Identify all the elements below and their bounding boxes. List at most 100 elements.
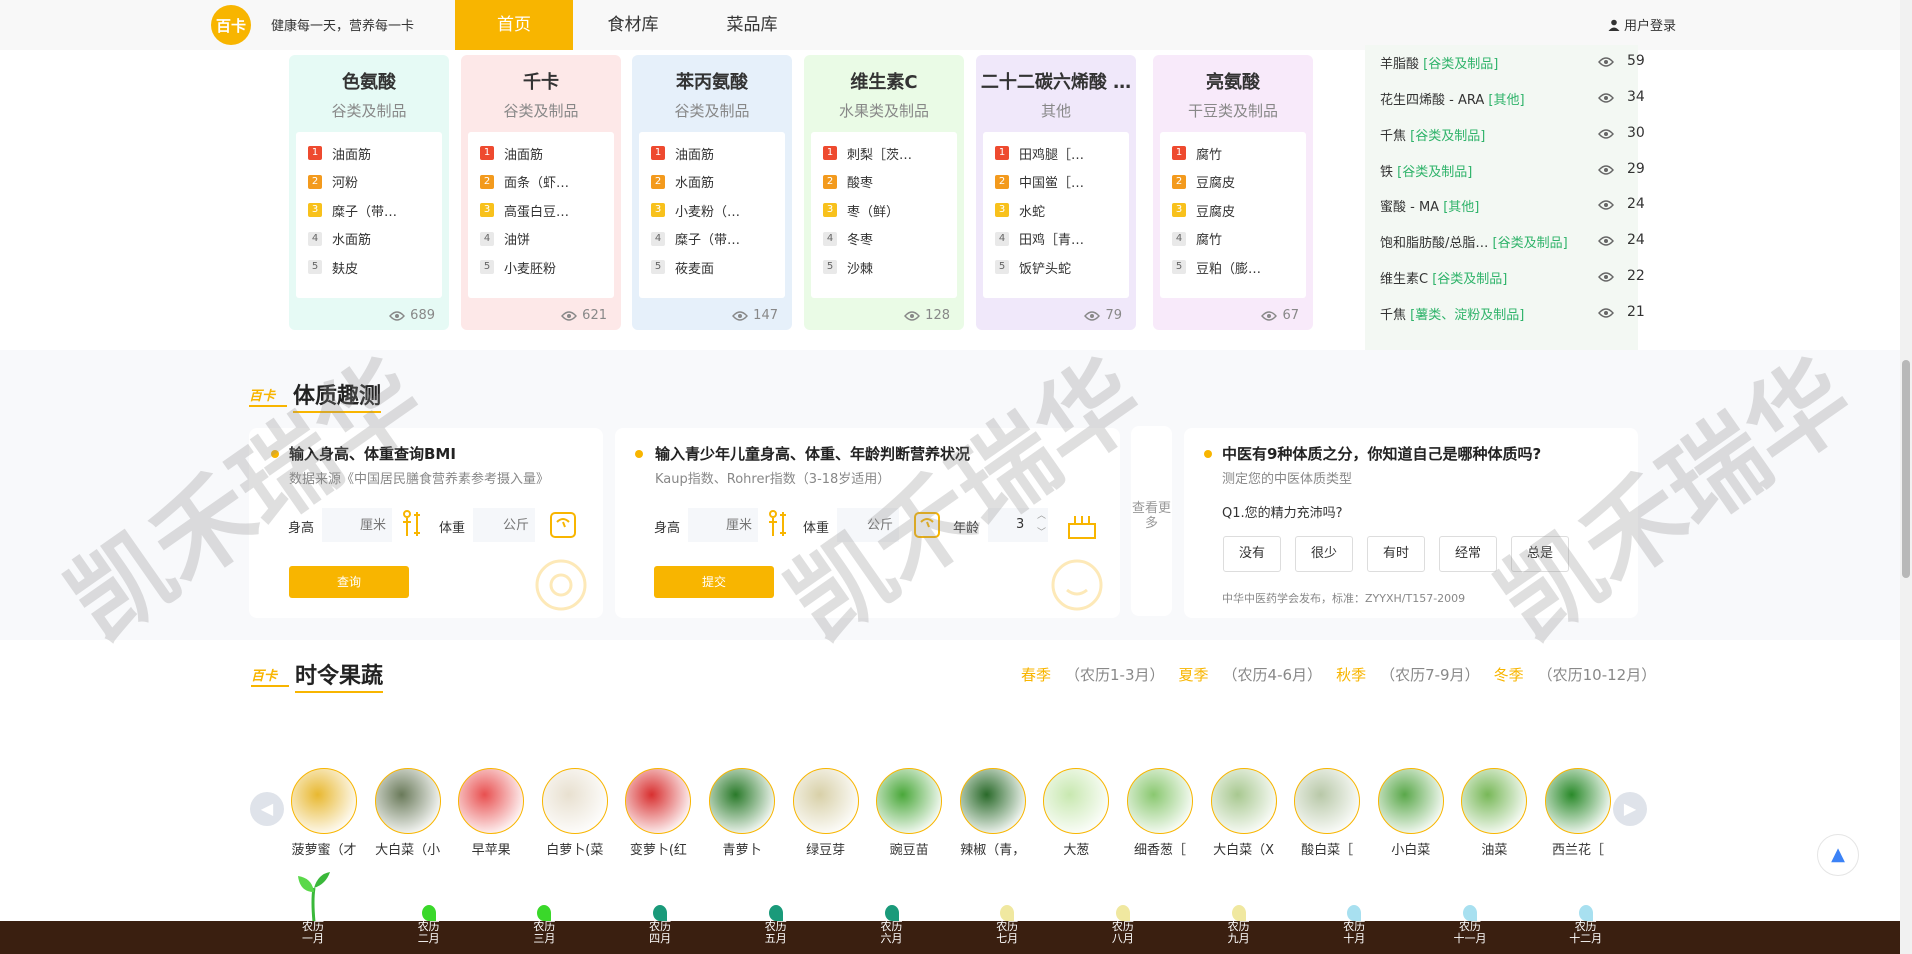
rank-item[interactable]: 2 河粉 <box>296 168 442 197</box>
month-label[interactable]: 农历 三月 <box>524 921 564 945</box>
month-label[interactable]: 农历 十二月 <box>1566 921 1606 945</box>
produce-item[interactable]: 辣椒（青， <box>959 768 1026 858</box>
rank-card[interactable]: 亮氨酸 干豆类及制品 1 腐竹 2 豆腐皮 3 豆腐皮 4 腐竹 5 豆粕（膨… 67 <box>1153 55 1313 330</box>
bmi-query-button[interactable]: 查询 <box>289 566 409 598</box>
month-label[interactable]: 农历 一月 <box>293 921 333 945</box>
month-label[interactable]: 农历 二月 <box>409 921 449 945</box>
rank-item[interactable]: 3 豆腐皮 <box>1160 196 1306 225</box>
popular-item[interactable]: 饱和脂肪酸/总脂… [谷类及制品] 24 <box>1380 232 1645 252</box>
tcm-option-sometimes[interactable]: 有时 <box>1367 536 1425 572</box>
popular-item[interactable]: 维生素C [谷类及制品] 22 <box>1380 268 1645 288</box>
season-autumn[interactable]: 秋季 <box>1336 664 1366 685</box>
season-winter[interactable]: 冬季 <box>1494 664 1524 685</box>
rank-item[interactable]: 3 糜子（带… <box>296 196 442 225</box>
rank-item[interactable]: 5 豆粕（膨… <box>1160 253 1306 282</box>
popular-item[interactable]: 铁 [谷类及制品] 29 <box>1380 161 1645 181</box>
rank-item[interactable]: 2 中国鲎［… <box>983 168 1129 197</box>
tcm-option-always[interactable]: 总是 <box>1511 536 1569 572</box>
tcm-option-rarely[interactable]: 很少 <box>1295 536 1353 572</box>
rank-item[interactable]: 2 酸枣 <box>811 168 957 197</box>
stepper-down-icon[interactable]: ﹀ <box>1037 525 1046 538</box>
month-label[interactable]: 农历 十一月 <box>1450 921 1490 945</box>
rank-item[interactable]: 1 腐竹 <box>1160 139 1306 168</box>
rank-item[interactable]: 1 油面筋 <box>296 139 442 168</box>
rank-item[interactable]: 1 田鸡腿［… <box>983 139 1129 168</box>
nav-home[interactable]: 首页 <box>455 0 573 50</box>
month-label[interactable]: 农历 十月 <box>1334 921 1374 945</box>
rank-card[interactable]: 千卡 谷类及制品 1 油面筋 2 面条（虾… 3 高蛋白豆… 4 油饼 5 小麦胚粉 621 <box>461 55 621 330</box>
rank-item[interactable]: 3 水蛇 <box>983 196 1129 225</box>
rank-item[interactable]: 2 水面筋 <box>639 168 785 197</box>
popular-item[interactable]: 羊脂酸 [谷类及制品] 59 <box>1380 53 1645 73</box>
tcm-option-often[interactable]: 经常 <box>1439 536 1497 572</box>
produce-item[interactable]: 酸白菜［ <box>1294 768 1361 858</box>
produce-item[interactable]: 细香葱［ <box>1127 768 1193 858</box>
produce-item[interactable]: 小白菜 <box>1377 768 1444 858</box>
popular-item[interactable]: 千焦 [薯类、淀粉及制品] 21 <box>1380 304 1645 324</box>
kid-height-input[interactable] <box>688 508 758 542</box>
stepper-up-icon[interactable]: ︿ <box>1037 508 1046 521</box>
month-label[interactable]: 农历 四月 <box>640 921 680 945</box>
rank-item[interactable]: 5 沙棘 <box>811 253 957 282</box>
rank-card[interactable]: 维生素C 水果类及制品 1 刺梨［茨… 2 酸枣 3 枣（鲜） 4 冬枣 5 沙棘 128 <box>804 55 964 330</box>
month-label[interactable]: 农历 六月 <box>872 921 912 945</box>
produce-item[interactable]: 绿豆芽 <box>792 768 859 858</box>
rank-item[interactable]: 3 枣（鲜） <box>811 196 957 225</box>
kid-submit-button[interactable]: 提交 <box>654 566 774 598</box>
month-label[interactable]: 农历 五月 <box>756 921 796 945</box>
rank-card[interactable]: 二十二碳六烯酸 … 其他 1 田鸡腿［… 2 中国鲎［… 3 水蛇 4 田鸡［青… 5 饭铲头蛇 … <box>976 55 1136 330</box>
scrollbar-thumb[interactable] <box>1902 360 1910 578</box>
rank-item[interactable]: 5 饭铲头蛇 <box>983 253 1129 282</box>
rank-item[interactable]: 5 麸皮 <box>296 253 442 282</box>
rank-card[interactable]: 苯丙氨酸 谷类及制品 1 油面筋 2 水面筋 3 小麦粉（… 4 糜子（带… 5 莜麦面 147 <box>632 55 792 330</box>
rank-item[interactable]: 4 田鸡［青… <box>983 225 1129 254</box>
rank-item[interactable]: 4 冬枣 <box>811 225 957 254</box>
rank-item[interactable]: 4 油饼 <box>468 225 614 254</box>
month-label[interactable]: 农历 九月 <box>1219 921 1259 945</box>
kid-weight-input[interactable] <box>837 508 899 542</box>
produce-item[interactable]: 西兰花［ <box>1545 768 1611 858</box>
produce-item[interactable]: 变萝卜(红 <box>625 768 692 858</box>
produce-item[interactable]: 油菜 <box>1461 768 1528 858</box>
login-link[interactable]: 用户登录 <box>1608 15 1676 34</box>
month-label[interactable]: 农历 七月 <box>987 921 1027 945</box>
back-to-top-button[interactable]: ▲ <box>1817 834 1859 876</box>
popular-item[interactable]: 千焦 [谷类及制品] 30 <box>1380 125 1645 145</box>
rank-item[interactable]: 1 油面筋 <box>468 139 614 168</box>
rank-item[interactable]: 1 油面筋 <box>639 139 785 168</box>
carousel-prev-button[interactable]: ◀ <box>250 792 284 826</box>
produce-item[interactable]: 早苹果 <box>458 768 525 858</box>
produce-item[interactable]: 大白菜（小 <box>374 768 441 858</box>
rank-item[interactable]: 2 面条（虾… <box>468 168 614 197</box>
produce-item[interactable]: 青萝卜 <box>709 768 775 858</box>
nav-ingredients[interactable]: 食材库 <box>574 0 692 50</box>
rank-item[interactable]: 5 莜麦面 <box>639 253 785 282</box>
month-label[interactable]: 农历 八月 <box>1103 921 1143 945</box>
rank-item[interactable]: 1 刺梨［茨… <box>811 139 957 168</box>
popular-item[interactable]: 花生四烯酸 - ARA [其他] 34 <box>1380 89 1645 109</box>
popular-item[interactable]: 蜜酸 - MA [其他] 24 <box>1380 196 1645 216</box>
rank-item[interactable]: 4 水面筋 <box>296 225 442 254</box>
tcm-option-none[interactable]: 没有 <box>1223 536 1281 572</box>
produce-item[interactable]: 大白菜（X <box>1210 768 1277 858</box>
season-spring[interactable]: 春季 <box>1021 664 1051 685</box>
produce-item[interactable]: 豌豆苗 <box>876 768 943 858</box>
site-logo[interactable]: 百卡 <box>211 5 251 45</box>
rank-item[interactable]: 3 高蛋白豆… <box>468 196 614 225</box>
view-more-button[interactable]: 查看更多 <box>1131 426 1172 616</box>
rank-item[interactable]: 2 豆腐皮 <box>1160 168 1306 197</box>
bmi-height-input[interactable] <box>322 508 392 542</box>
season-summer[interactable]: 夏季 <box>1179 664 1209 685</box>
rank-item[interactable]: 4 腐竹 <box>1160 225 1306 254</box>
produce-item[interactable]: 菠萝蜜（才 <box>291 768 357 858</box>
rank-item[interactable]: 3 小麦粉（… <box>639 196 785 225</box>
rank-card[interactable]: 色氨酸 谷类及制品 1 油面筋 2 河粉 3 糜子（带… 4 水面筋 5 麸皮 689 <box>289 55 449 330</box>
age-stepper[interactable]: 3 ︿ ﹀ <box>988 508 1048 542</box>
bmi-weight-input[interactable] <box>473 508 535 542</box>
carousel-next-button[interactable]: ▶ <box>1613 792 1647 826</box>
produce-item[interactable]: 大葱 <box>1043 768 1110 858</box>
rank-item[interactable]: 5 小麦胚粉 <box>468 253 614 282</box>
produce-item[interactable]: 白萝卜(菜 <box>541 768 608 858</box>
nav-dishes[interactable]: 菜品库 <box>693 0 811 50</box>
rank-item[interactable]: 4 糜子（带… <box>639 225 785 254</box>
